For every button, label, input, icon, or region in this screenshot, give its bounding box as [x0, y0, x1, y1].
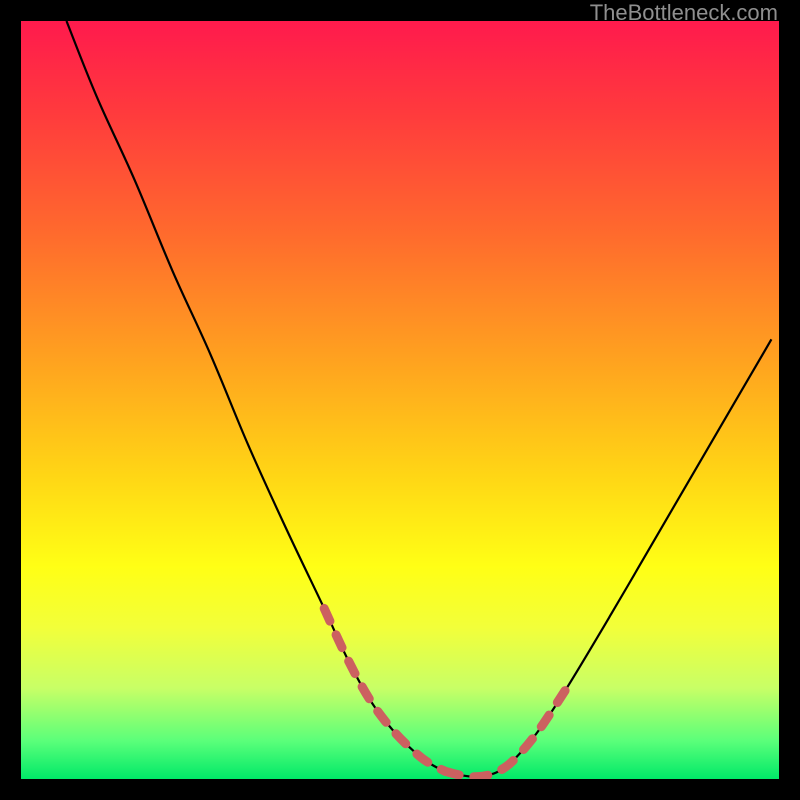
curve-main	[66, 21, 771, 777]
chart-frame	[21, 21, 779, 779]
chart-svg	[21, 21, 779, 779]
curve-dashed-overlay	[502, 688, 566, 769]
chart-lines	[66, 21, 771, 777]
curve-dashed-overlay	[324, 608, 445, 771]
